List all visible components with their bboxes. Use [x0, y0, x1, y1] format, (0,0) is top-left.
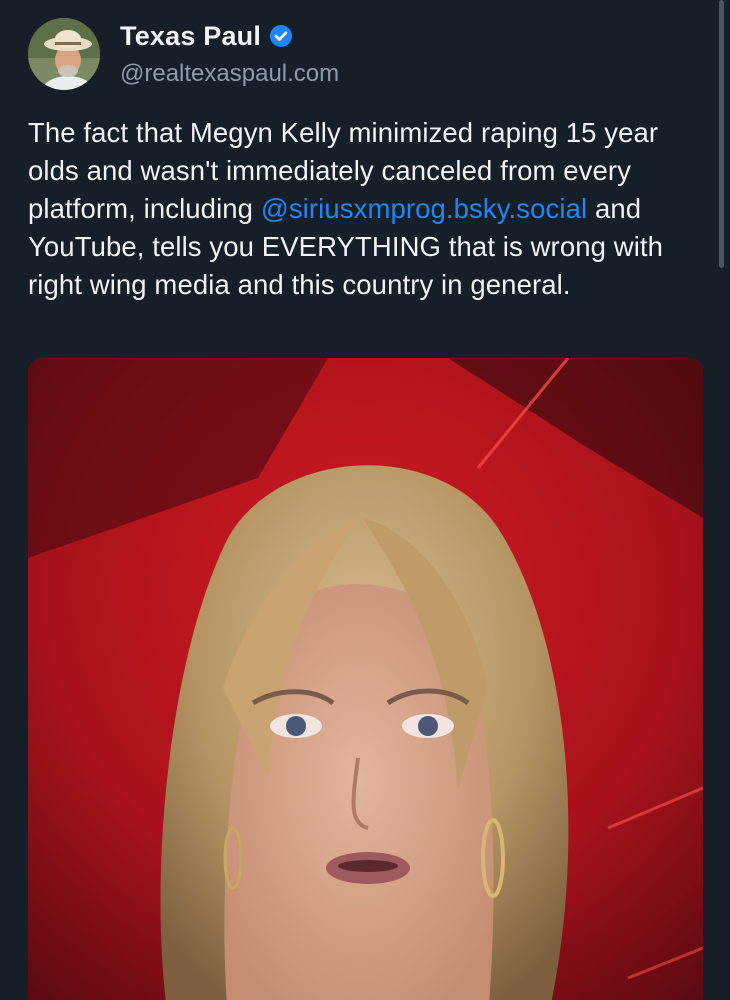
mention-link[interactable]: @siriusxmprog.bsky.social	[261, 193, 587, 224]
verified-checkmark-icon[interactable]	[269, 24, 293, 48]
post-view: Texas Paul @realtexaspaul.com The fact t…	[0, 0, 730, 1000]
user-avatar-icon	[28, 18, 100, 90]
post-header: Texas Paul @realtexaspaul.com	[28, 18, 339, 90]
post-text: The fact that Megyn Kelly minimized rapi…	[28, 114, 708, 304]
author-handle[interactable]: @realtexaspaul.com	[120, 60, 339, 88]
image-content	[28, 358, 703, 1000]
post-image[interactable]	[28, 358, 703, 1000]
display-name[interactable]: Texas Paul	[120, 21, 261, 52]
author-names: Texas Paul @realtexaspaul.com	[120, 21, 339, 88]
scrollbar[interactable]	[719, 0, 724, 268]
avatar[interactable]	[28, 18, 100, 90]
